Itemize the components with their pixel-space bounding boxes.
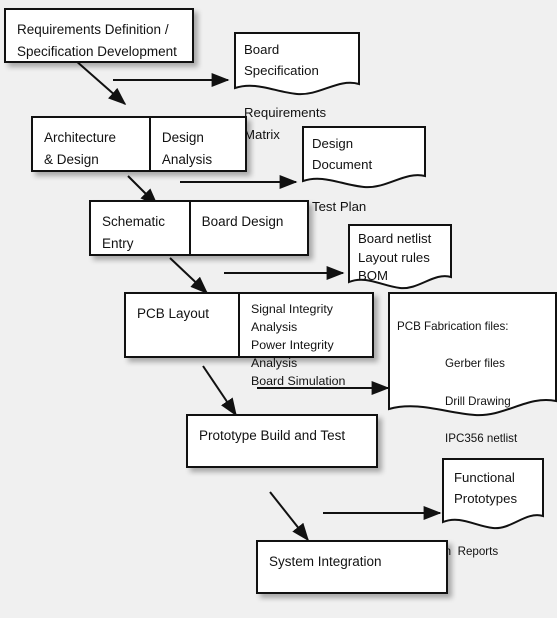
process-cell-board-design: Board Design [188,202,307,254]
process-cell-architecture-design: Architecture & Design [44,130,117,167]
arrow-requirements-to-architecture [74,59,127,106]
flowchart-canvas: Requirements Definition / Specification … [0,0,557,618]
document-text-design-document: Design Document Test Plan [312,136,373,215]
process-box-schematic[interactable]: Schematic Entry Board Design [89,200,309,256]
document-text-board-netlist: Board netlist Layout rules BOM [358,231,432,284]
process-box-prototype[interactable]: Prototype Build and Test [186,414,378,468]
document-text-functional-prototypes: Functional Prototypes [454,470,518,507]
document-board-specification[interactable]: Board Specification Requirements Matrix [234,32,360,142]
arrow-pcb-layout-to-prototype [202,365,237,417]
process-box-architecture[interactable]: Architecture & Design Design Analysis [31,116,247,172]
process-cell-analysis-list: Signal Integrity Analysis Power Integrit… [238,294,372,388]
process-cell-system-integration: System Integration [269,554,382,569]
document-pcb-fabrication-files[interactable]: PCB Fabrication files: Gerber files Dril… [388,292,557,558]
fab-item-drill-drawing: Drill Drawing [445,394,511,408]
arrow-prototype-to-system-integration [269,491,309,542]
document-design-document[interactable]: Design Document Test Plan [302,126,426,214]
document-board-netlist[interactable]: Board netlist Layout rules BOM [348,224,452,294]
process-cell-requirements-definition: Requirements Definition / Specification … [17,22,177,59]
fab-item-gerber-files: Gerber files [445,357,505,371]
process-cell-design-analysis: Design Analysis [148,118,245,170]
fab-item-ipc356-netlist: IPC356 netlist [445,432,518,446]
process-box-pcb-layout[interactable]: PCB Layout Signal Integrity Analysis Pow… [124,292,374,388]
document-functional-prototypes[interactable]: Functional Prototypes [442,458,544,534]
arrow-schematic-to-pcb-layout [169,257,209,295]
process-cell-pcb-layout: PCB Layout [137,306,210,321]
process-box-requirements[interactable]: Requirements Definition / Specification … [4,8,194,63]
process-cell-schematic-entry: Schematic Entry [102,214,166,251]
fab-heading: PCB Fabrication files: [397,319,509,333]
process-box-system-integration[interactable]: System Integration [256,540,448,594]
process-cell-prototype-build-and-test: Prototype Build and Test [199,428,346,443]
